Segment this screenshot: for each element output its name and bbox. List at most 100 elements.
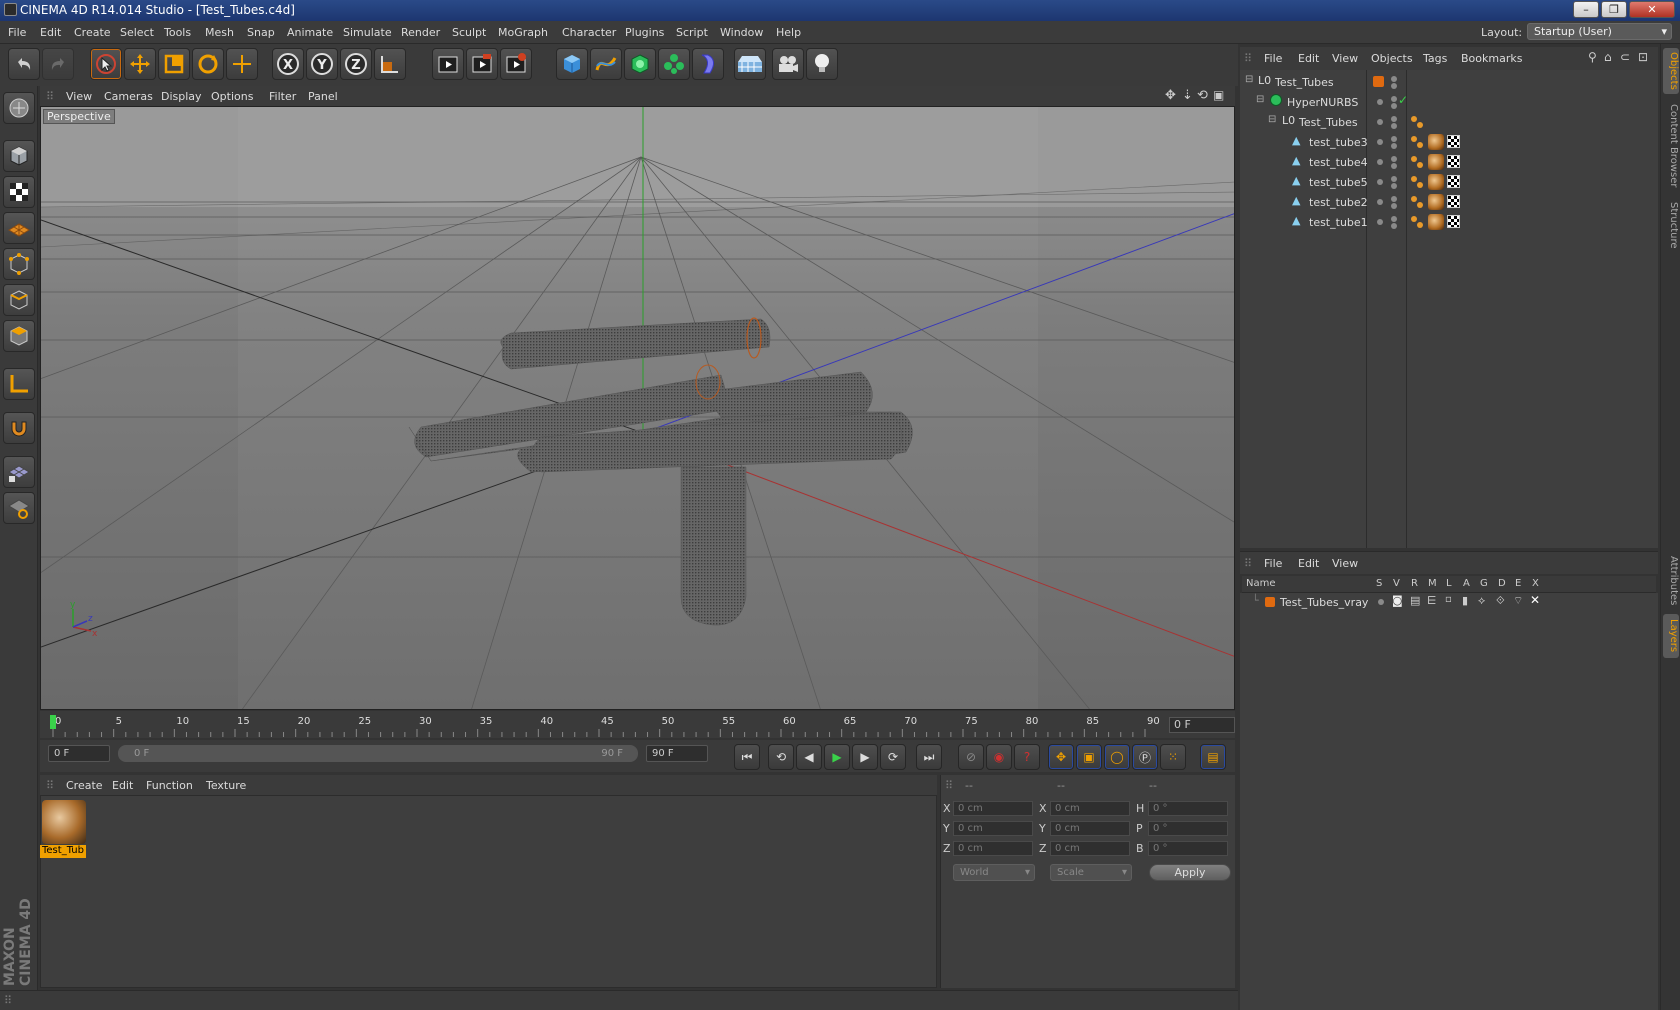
x-axis-lock-icon[interactable]: X [272, 48, 304, 80]
tab-content-browser[interactable]: Content Browser [1663, 100, 1679, 192]
nurbs-icon[interactable] [624, 48, 656, 80]
object-row-test-tube2[interactable]: ▲ test_tube2 [1240, 192, 1658, 212]
key-point-level-icon[interactable]: ⁙ [1160, 744, 1186, 770]
add-icon[interactable] [226, 48, 258, 80]
key-parameter-icon[interactable]: Ⓟ [1132, 744, 1158, 770]
visibility-render-dot[interactable] [1391, 103, 1397, 109]
search-icon[interactable]: ⚲ [1588, 50, 1597, 64]
material-menu-create[interactable]: Create [66, 779, 103, 792]
viewport-rotate-icon[interactable]: ⟲ [1197, 88, 1208, 103]
viewport-menu-cameras[interactable]: Cameras [104, 90, 153, 103]
magnet-snap-icon[interactable] [3, 412, 35, 444]
column-manager[interactable]: M [1428, 578, 1437, 589]
previous-frame-icon[interactable]: ◀ [796, 744, 822, 770]
visibility-editor-dot[interactable] [1391, 176, 1397, 182]
autokey-icon[interactable]: ◉ [986, 744, 1012, 770]
model-mode-icon[interactable] [3, 140, 35, 172]
cube-icon[interactable] [556, 48, 588, 80]
animation-icon[interactable]: ▮ [1462, 594, 1468, 607]
deformers-icon[interactable]: ⟐ [1496, 594, 1505, 608]
material-menu-function[interactable]: Function [146, 779, 193, 792]
visibility-editor-dot[interactable] [1391, 136, 1397, 142]
layer-dot[interactable] [1377, 159, 1383, 165]
layout-select[interactable]: Startup (User) ▾ [1527, 23, 1672, 40]
phong-tag-icon[interactable] [1410, 215, 1424, 229]
lm-menu-file[interactable]: File [1264, 557, 1282, 570]
play-icon[interactable]: ▶ [824, 744, 850, 770]
layer-row[interactable]: └ Test_Tubes_vray ◙ ▤ ⋿ ▫ ▮ ⟡ ⟐ ⌔ ✕ [1240, 593, 1658, 611]
start-frame-field[interactable]: 0 F [48, 745, 110, 762]
uvw-tag-icon[interactable] [1447, 215, 1460, 228]
rotate-icon[interactable] [192, 48, 224, 80]
floor-icon[interactable] [734, 48, 766, 80]
material-menu-texture[interactable]: Texture [206, 779, 246, 792]
minimize-button[interactable]: – [1573, 1, 1599, 18]
phong-tag-icon[interactable] [1410, 155, 1424, 169]
key-position-icon[interactable]: ✥ [1048, 744, 1074, 770]
viewport-menu-display[interactable]: Display [161, 90, 202, 103]
material-name[interactable]: Test_Tub [40, 845, 86, 858]
move-icon[interactable] [124, 48, 156, 80]
coord-size-x-field[interactable]: 0 cm [1050, 801, 1130, 816]
om-menu-objects[interactable]: Objects [1371, 52, 1413, 65]
layer-dot[interactable] [1377, 219, 1383, 225]
xref-icon[interactable]: ✕ [1530, 593, 1540, 607]
menu-select[interactable]: Select [120, 26, 154, 39]
menu-plugins[interactable]: Plugins [625, 26, 664, 39]
object-name[interactable]: Test_Tubes [1299, 116, 1358, 129]
phong-tag-icon[interactable] [1410, 175, 1424, 189]
tab-objects[interactable]: Objects [1663, 48, 1679, 94]
viewport-menu-options[interactable]: Options [211, 90, 253, 103]
lm-menu-edit[interactable]: Edit [1298, 557, 1319, 570]
timeline[interactable]: 0 5 10 15 20 25 30 35 40 45 50 55 60 65 70 75 80 85 90 [40, 711, 1235, 738]
generators-icon[interactable]: ⟡ [1478, 594, 1485, 608]
menu-edit[interactable]: Edit [40, 26, 61, 39]
menu-tools[interactable]: Tools [164, 26, 191, 39]
viewport-menu-view[interactable]: View [66, 90, 92, 103]
material-thumbnail[interactable] [42, 800, 86, 844]
material-tag-icon[interactable] [1428, 154, 1444, 170]
column-generators[interactable]: G [1480, 578, 1488, 589]
column-expressions[interactable]: E [1515, 578, 1521, 589]
visibility-render-dot[interactable] [1391, 163, 1397, 169]
menu-mesh[interactable]: Mesh [205, 26, 234, 39]
column-view[interactable]: V [1393, 578, 1400, 589]
object-row-test-tube1[interactable]: ▲ test_tube1 [1240, 212, 1658, 232]
points-mode-icon[interactable] [3, 248, 35, 280]
coord-rot-p-field[interactable]: 0 ° [1148, 821, 1228, 836]
visibility-render-dot[interactable] [1391, 223, 1397, 229]
viewport-zoom-icon[interactable]: ⇣ [1182, 88, 1193, 103]
previous-key-icon[interactable]: ⟲ [768, 744, 794, 770]
coord-pos-x-field[interactable]: 0 cm [953, 801, 1033, 816]
viewport-move-icon[interactable]: ✥ [1165, 88, 1176, 103]
restore-button[interactable]: ❐ [1601, 1, 1627, 18]
uvw-tag-icon[interactable] [1447, 155, 1460, 168]
column-xref[interactable]: X [1532, 578, 1539, 589]
object-name[interactable]: HyperNURBS [1287, 96, 1358, 109]
tab-structure[interactable]: Structure [1663, 196, 1679, 254]
visibility-editor-dot[interactable] [1391, 216, 1397, 222]
camera-icon[interactable] [772, 48, 804, 80]
key-scale-icon[interactable]: ▣ [1076, 744, 1102, 770]
next-frame-icon[interactable]: ▶ [852, 744, 878, 770]
uvw-tag-icon[interactable] [1447, 195, 1460, 208]
visibility-render-dot[interactable] [1391, 143, 1397, 149]
visibility-render-dot[interactable] [1391, 83, 1397, 89]
new-window-icon[interactable]: ⊡ [1638, 50, 1648, 64]
phong-tag-icon[interactable] [1410, 135, 1424, 149]
eye-icon[interactable]: ◙ [1392, 594, 1403, 607]
tab-layers[interactable]: Layers [1663, 614, 1679, 658]
visibility-editor-dot[interactable] [1391, 76, 1397, 82]
light-icon[interactable] [806, 48, 838, 80]
menu-character[interactable]: Character [562, 26, 616, 39]
material-tag-icon[interactable] [1428, 134, 1444, 150]
manager-icon[interactable]: ⋿ [1427, 594, 1437, 607]
coord-size-y-field[interactable]: 0 cm [1050, 821, 1130, 836]
collapse-icon[interactable]: ⊟ [1256, 94, 1264, 105]
object-row-test-tube5[interactable]: ▲ test_tube5 [1240, 172, 1658, 192]
link-icon[interactable]: ⊂ [1620, 50, 1630, 64]
menu-animate[interactable]: Animate [287, 26, 333, 39]
visibility-render-dot[interactable] [1391, 183, 1397, 189]
object-row-test-tube4[interactable]: ▲ test_tube4 [1240, 152, 1658, 172]
close-button[interactable]: ✕ [1629, 1, 1675, 18]
